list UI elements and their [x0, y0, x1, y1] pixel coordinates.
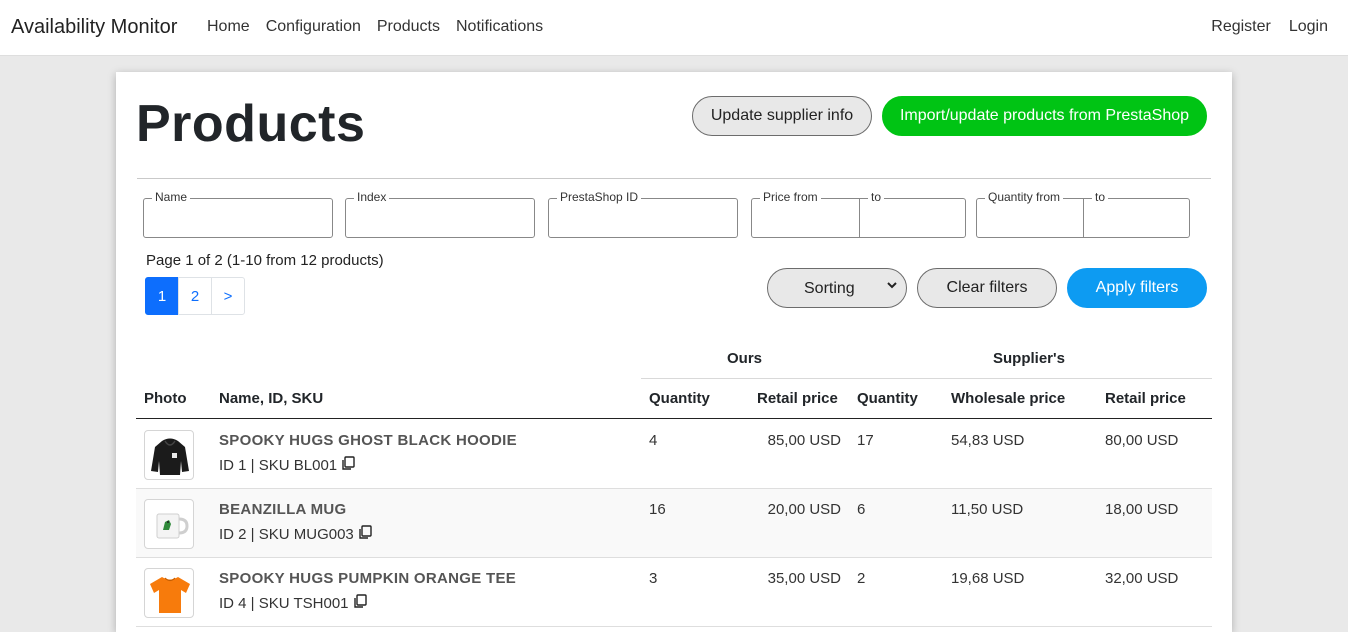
header-quantity[interactable]: Quantity: [649, 390, 710, 407]
wholesale-price-cell: 54,83 USD: [951, 432, 1025, 449]
pagination-info: Page 1 of 2 (1-10 from 12 products): [146, 252, 384, 269]
header-photo: Photo: [144, 390, 187, 407]
top-navbar: Availability Monitor Home Configuration …: [0, 0, 1348, 56]
product-name[interactable]: BEANZILLA MUG: [219, 501, 347, 518]
product-id-sku: ID 4 | SKU TSH001: [219, 594, 367, 613]
retail-price-cell: 85,00 USD: [767, 432, 841, 449]
price-to-input[interactable]: [860, 199, 965, 237]
quantity-cell: 16: [649, 501, 666, 518]
nav-register[interactable]: Register: [1211, 18, 1271, 36]
name-input[interactable]: [144, 199, 332, 237]
wholesale-price-cell: 19,68 USD: [951, 570, 1025, 587]
price-to-filter[interactable]: to: [859, 190, 966, 238]
product-id-sku: ID 2 | SKU MUG003: [219, 525, 372, 544]
quantity-to-input[interactable]: [1084, 199, 1189, 237]
nav-notifications[interactable]: Notifications: [456, 18, 543, 36]
quantity-to-label: to: [1092, 190, 1109, 204]
index-input[interactable]: [346, 199, 534, 237]
copy-icon[interactable]: [353, 594, 367, 613]
product-name[interactable]: SPOOKY HUGS PUMPKIN ORANGE TEE: [219, 570, 516, 587]
price-from-label: Price from: [760, 190, 821, 204]
prestashop-id-filter[interactable]: PrestaShop ID: [548, 190, 738, 238]
product-id-sku-text: ID 2 | SKU MUG003: [219, 526, 354, 543]
import-prestashop-button[interactable]: Import/update products from PrestaShop: [882, 96, 1207, 136]
nav-login[interactable]: Login: [1289, 18, 1328, 36]
price-from-input[interactable]: [752, 199, 859, 237]
clear-filters-button[interactable]: Clear filters: [917, 268, 1057, 308]
quantity-from-label: Quantity from: [985, 190, 1064, 204]
auth-nav: Register Login: [1211, 18, 1328, 36]
group-header-supplier: Supplier's: [993, 350, 1065, 367]
name-filter-label: Name: [152, 190, 191, 204]
table-row[interactable]: SPOOKY HUGS PUMPKIN ORANGE TEE ID 4 | SK…: [136, 558, 1212, 627]
nav-home[interactable]: Home: [207, 18, 250, 36]
page-1-button[interactable]: 1: [145, 277, 179, 315]
header-wholesale-price[interactable]: Wholesale price: [951, 390, 1065, 407]
quantity-from-input[interactable]: [977, 199, 1083, 237]
nav-products[interactable]: Products: [377, 18, 440, 36]
header-supplier-retail-price[interactable]: Retail price: [1105, 390, 1186, 407]
group-header-ours: Ours: [727, 350, 763, 367]
header-name[interactable]: Name, ID, SKU: [219, 390, 323, 407]
product-photo-tee[interactable]: [144, 568, 194, 618]
quantity-cell: 4: [649, 432, 658, 449]
pagination: 1 2 >: [145, 277, 245, 315]
retail-price-cell: 20,00 USD: [767, 501, 841, 518]
main-nav: Home Configuration Products Notification…: [207, 18, 543, 36]
copy-icon[interactable]: [358, 525, 372, 544]
update-supplier-button[interactable]: Update supplier info: [692, 96, 872, 136]
product-id-sku: ID 1 | SKU BL001: [219, 456, 355, 475]
header-retail-price[interactable]: Retail price: [757, 390, 838, 407]
supplier-retail-price-cell: 80,00 USD: [1105, 432, 1179, 449]
next-page-button[interactable]: >: [211, 277, 245, 315]
price-from-filter[interactable]: Price from: [751, 190, 860, 238]
index-filter-label: Index: [354, 190, 390, 204]
price-to-label: to: [868, 190, 885, 204]
supplier-retail-price-cell: 32,00 USD: [1105, 570, 1179, 587]
sorting-label: Sorting: [804, 280, 855, 297]
page-2-button[interactable]: 2: [178, 277, 212, 315]
chevron-down-icon: [886, 279, 898, 294]
retail-price-cell: 35,00 USD: [767, 570, 841, 587]
header-supplier-quantity[interactable]: Quantity: [857, 390, 918, 407]
divider: [137, 178, 1211, 179]
table-row[interactable]: SPOOKY HUGS GHOST BLACK HOODIE ID 1 | SK…: [136, 420, 1212, 489]
nav-configuration[interactable]: Configuration: [266, 18, 361, 36]
header-divider: [136, 418, 1212, 419]
product-name[interactable]: SPOOKY HUGS GHOST BLACK HOODIE: [219, 432, 517, 449]
apply-filters-button[interactable]: Apply filters: [1067, 268, 1207, 308]
index-filter[interactable]: Index: [345, 190, 535, 238]
product-id-sku-text: ID 1 | SKU BL001: [219, 457, 338, 474]
supplier-quantity-cell: 2: [857, 570, 866, 587]
supplier-quantity-cell: 17: [857, 432, 874, 449]
quantity-from-filter[interactable]: Quantity from: [976, 190, 1084, 238]
supplier-retail-price-cell: 18,00 USD: [1105, 501, 1179, 518]
supplier-quantity-cell: 6: [857, 501, 866, 518]
group-divider: [641, 378, 1212, 379]
quantity-cell: 3: [649, 570, 658, 587]
brand-logo[interactable]: Availability Monitor: [11, 16, 177, 39]
prestashop-id-filter-label: PrestaShop ID: [557, 190, 642, 204]
table-row[interactable]: BEANZILLA MUG ID 2 | SKU MUG003 16 20,00…: [136, 489, 1212, 558]
wholesale-price-cell: 11,50 USD: [951, 501, 1024, 518]
sorting-select[interactable]: Sorting: [767, 268, 907, 308]
product-id-sku-text: ID 4 | SKU TSH001: [219, 595, 349, 612]
products-card: Products Update supplier info Import/upd…: [116, 72, 1232, 632]
quantity-to-filter[interactable]: to: [1083, 190, 1190, 238]
product-photo-mug[interactable]: [144, 499, 194, 549]
page-title: Products: [136, 95, 366, 153]
copy-icon[interactable]: [341, 456, 355, 475]
prestashop-id-input[interactable]: [549, 199, 737, 237]
product-photo-hoodie[interactable]: [144, 430, 194, 480]
name-filter[interactable]: Name: [143, 190, 333, 238]
